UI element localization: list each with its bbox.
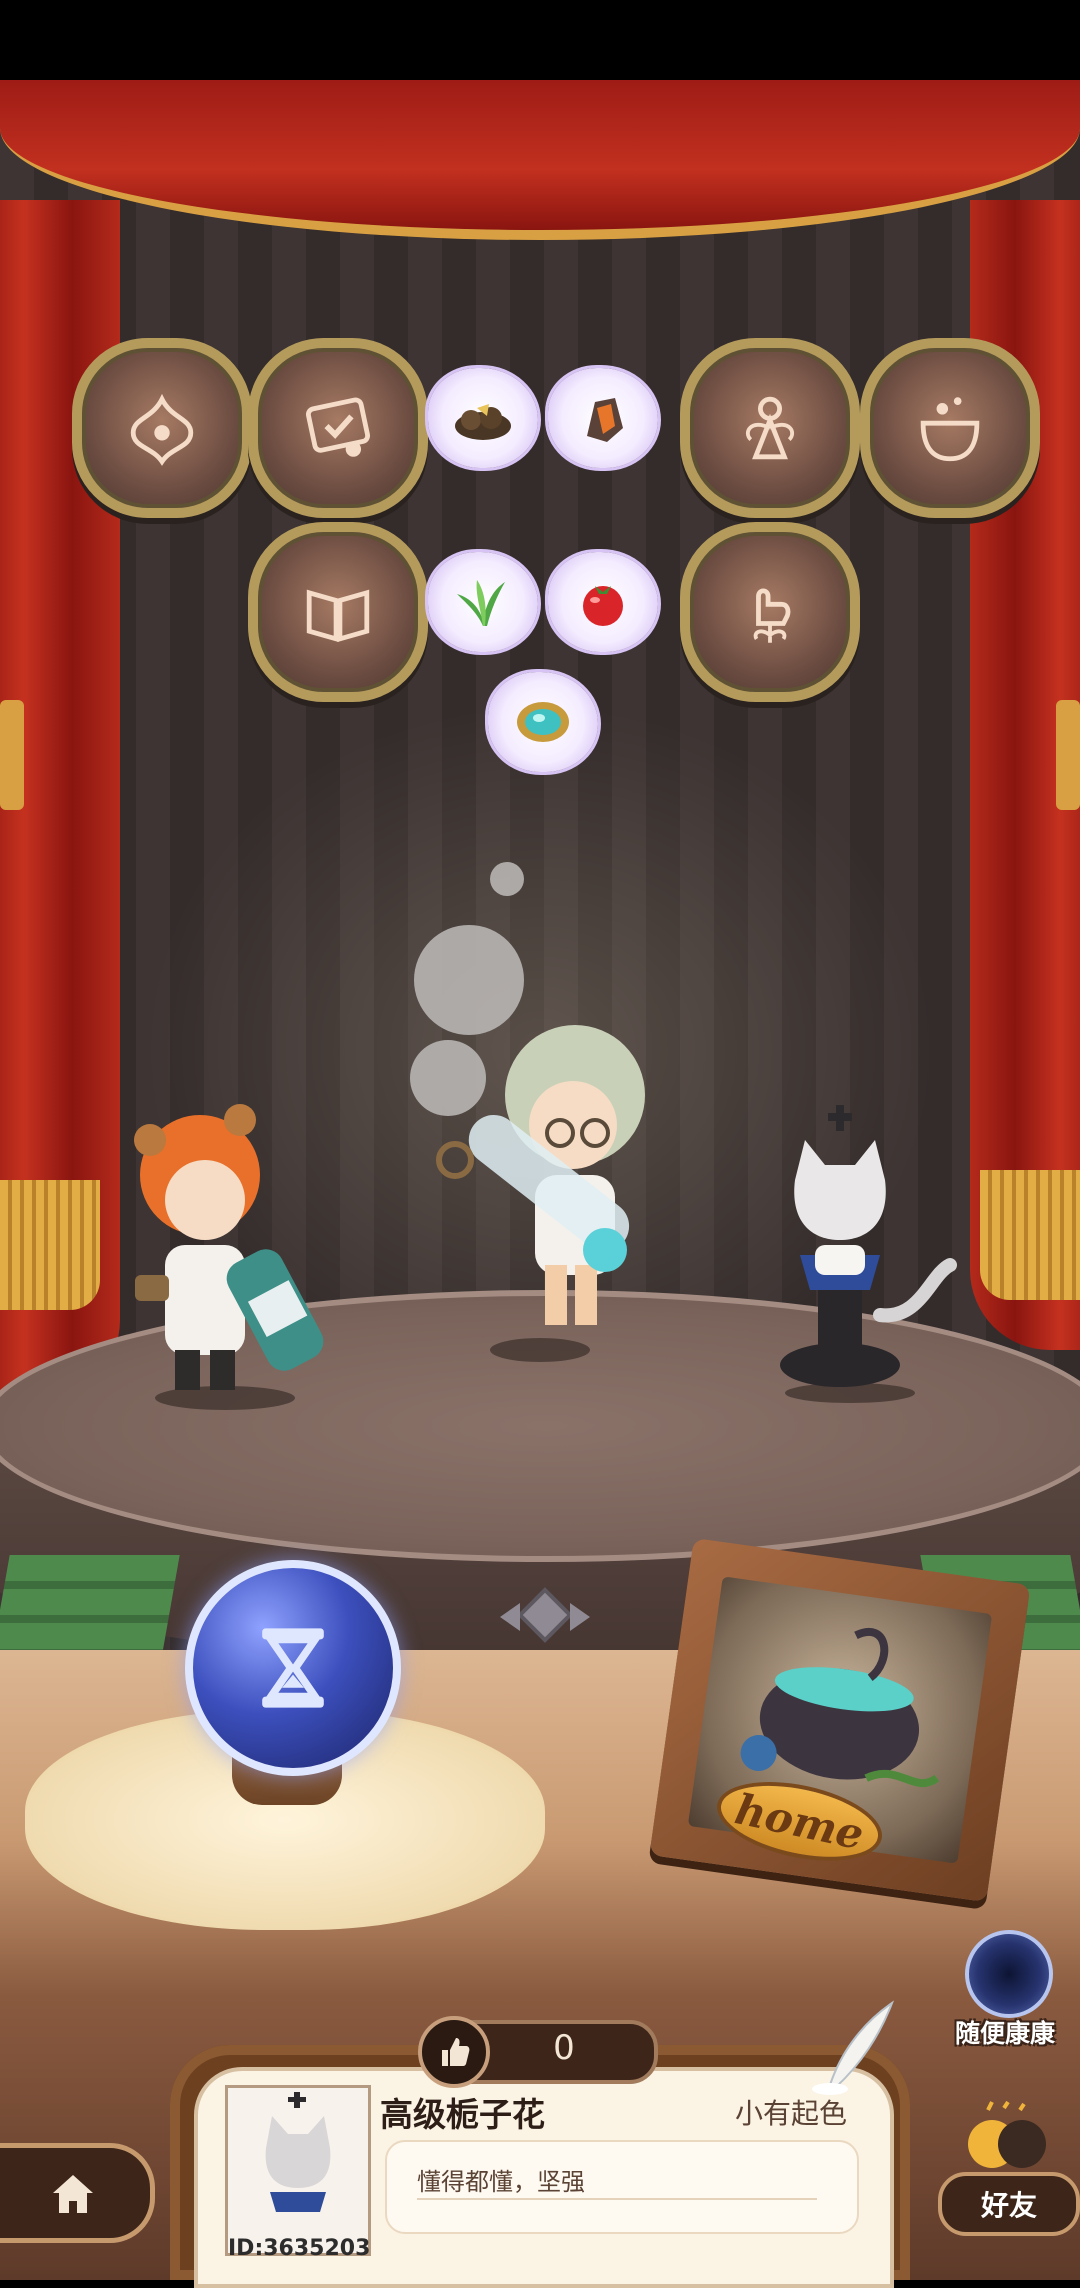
herb-item[interactable]	[428, 552, 538, 652]
book-icon	[306, 589, 370, 643]
cat-on-chess-piece-character[interactable]	[760, 1105, 970, 1405]
fairy-medal[interactable]	[680, 338, 860, 518]
flower-ornament-icon	[130, 393, 194, 466]
curtain-fringe-left	[0, 1180, 100, 1310]
book-medal[interactable]	[248, 522, 428, 702]
gem-ring-icon	[517, 702, 569, 742]
thumb-flower-icon	[753, 588, 791, 643]
herb-icon	[457, 580, 505, 626]
curtain-tie-left	[0, 700, 24, 810]
quill-icon	[812, 2000, 895, 2095]
cauldron-icon	[920, 397, 980, 462]
curtain-fringe-right	[980, 1170, 1080, 1300]
certificate-medal[interactable]	[248, 338, 428, 518]
home-picture-frame[interactable]: home	[649, 1537, 1031, 1903]
player-id: ID:3635203	[228, 2236, 371, 2261]
stage-ornament	[500, 1587, 590, 1643]
cauldron-medal[interactable]	[860, 338, 1040, 518]
thumbs-up-icon	[418, 2016, 490, 2088]
motto-box: 懂得都懂，坚强	[385, 2140, 859, 2234]
amber-crystal-icon	[587, 398, 623, 442]
certificate-icon	[305, 397, 371, 457]
house-icon	[52, 2175, 93, 2213]
gem-ring-item[interactable]	[488, 672, 598, 772]
status-bar	[0, 0, 1080, 80]
home-nav-button[interactable]	[0, 2143, 155, 2243]
friends-label: 好友	[938, 2172, 1080, 2236]
random-visit-button[interactable]: 随便康康	[940, 1930, 1065, 2060]
thumb-flower-medal[interactable]	[680, 522, 860, 702]
cat-on-chess-piece-sprite	[780, 1105, 957, 1403]
cat-avatar-icon	[265, 2092, 331, 2212]
lion-alchemist-sprite	[134, 1104, 324, 1410]
stairs-left	[0, 1555, 180, 1665]
lion-alchemist-character[interactable]	[105, 1080, 355, 1410]
motto-divider	[417, 2198, 817, 2200]
hourglass-orb-button[interactable]	[185, 1560, 401, 1776]
smoke-bubble	[490, 862, 524, 896]
random-visit-label: 随便康康	[954, 2019, 1055, 2048]
tomato-item[interactable]	[548, 552, 658, 652]
hourglass-icon	[262, 1628, 324, 1708]
player-motto: 懂得都懂，坚强	[417, 2168, 585, 2196]
fairy-icon	[745, 396, 795, 460]
friends-icon	[968, 2100, 1046, 2168]
flower-ornament-medal[interactable]	[72, 338, 252, 518]
potion-girl-character[interactable]	[425, 1005, 690, 1365]
player-name: 高级栀子花	[380, 2095, 545, 2134]
amber-crystal-item[interactable]	[548, 368, 658, 468]
friends-button[interactable]: 好友	[930, 2100, 1080, 2240]
player-rank-title: 小有起色	[735, 2097, 848, 2130]
portal-icon	[965, 1930, 1053, 2018]
player-avatar[interactable]: ID:3635203	[225, 2085, 371, 2261]
potion-girl-sprite	[436, 1025, 645, 1362]
ore-item[interactable]	[428, 368, 538, 468]
tomato-icon	[583, 586, 623, 626]
like-count: 0	[553, 2028, 575, 2068]
ore-icon	[455, 404, 511, 440]
like-counter[interactable]: 0	[418, 2016, 658, 2088]
curtain-tie-right	[1056, 700, 1080, 810]
